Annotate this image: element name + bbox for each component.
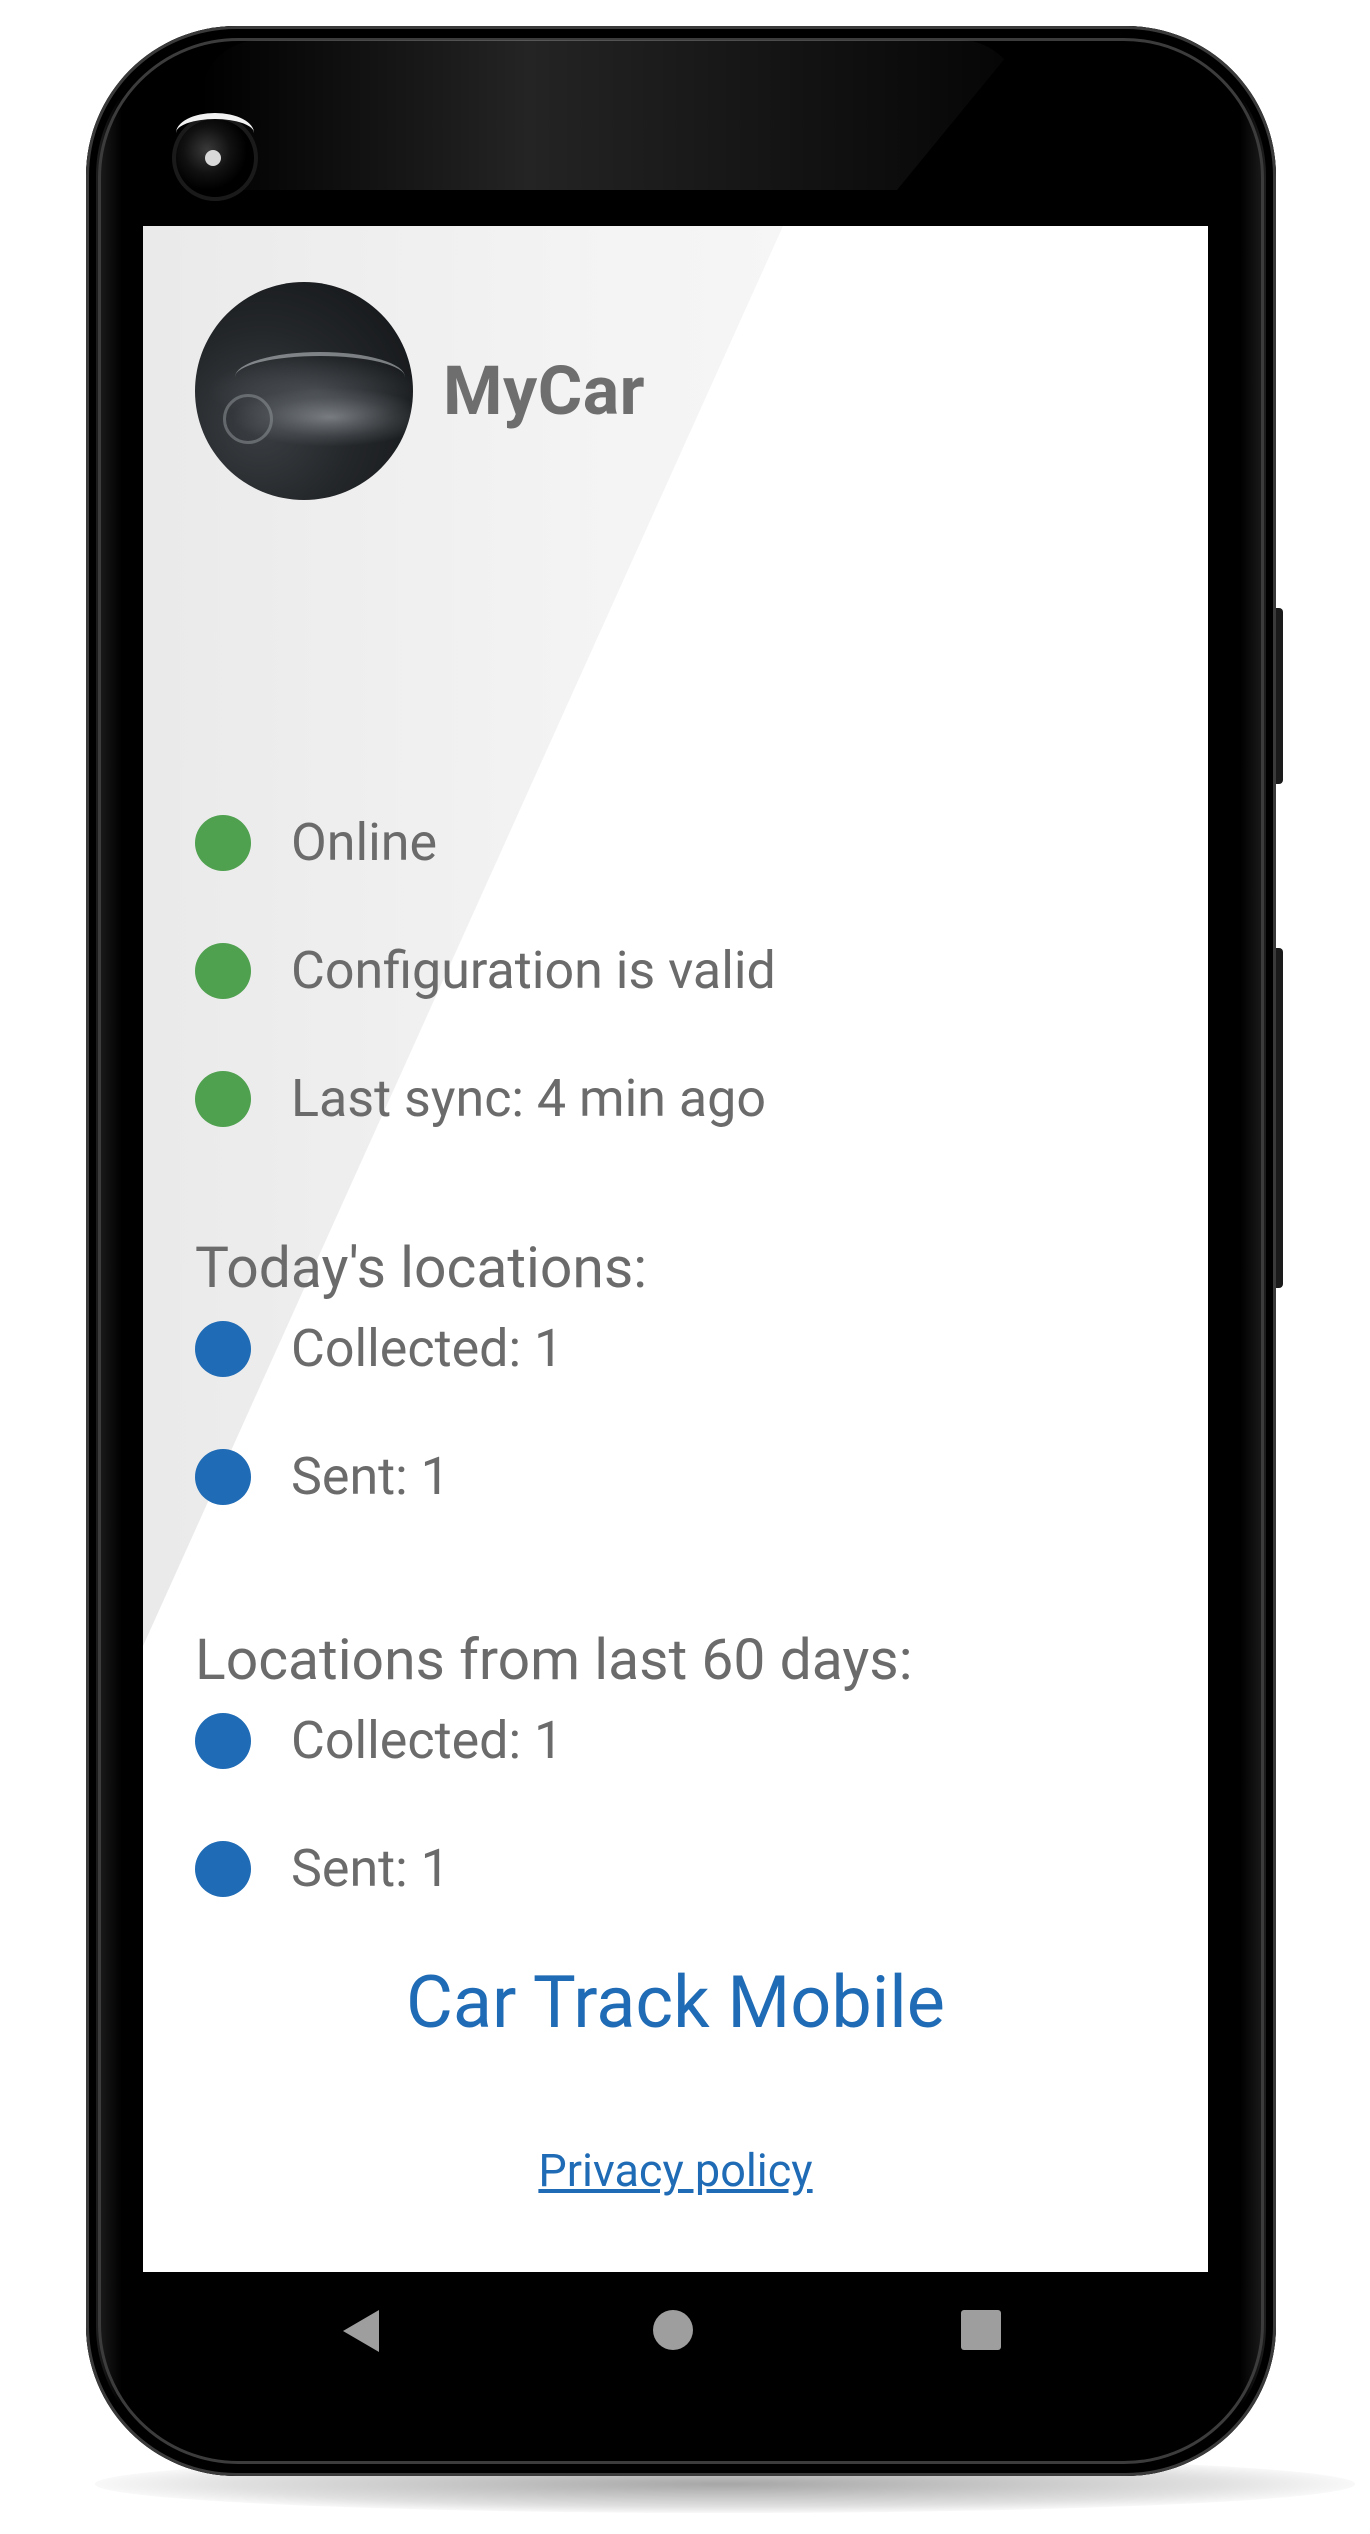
- today-sent-label: Sent: 1: [291, 1446, 450, 1507]
- car-header: MyCar: [195, 282, 645, 500]
- status-online-label: Online: [291, 812, 438, 873]
- app-screen: MyCar Online Configuration is valid Last…: [143, 226, 1208, 2272]
- status-sync-row: Last sync: 4 min ago: [195, 1068, 766, 1129]
- config-status-dot: [195, 942, 251, 999]
- today-collected-label: Collected: 1: [291, 1318, 564, 1379]
- today-sent-dot: [195, 1448, 251, 1505]
- privacy-policy-link[interactable]: Privacy policy: [538, 2144, 812, 2197]
- last60-locations-title: Locations from last 60 days:: [195, 1626, 913, 1693]
- last60-collected-label: Collected: 1: [291, 1710, 564, 1771]
- app-title: Car Track Mobile: [406, 1960, 945, 2045]
- last60-collected-dot: [195, 1712, 251, 1769]
- online-status-dot: [195, 814, 251, 871]
- today-locations-title: Today's locations:: [195, 1234, 648, 1301]
- car-avatar: [195, 282, 413, 500]
- car-name: MyCar: [443, 351, 646, 431]
- today-collected-row: Collected: 1: [195, 1318, 563, 1379]
- bezel-reflection: [200, 40, 1020, 190]
- last60-sent-label: Sent: 1: [291, 1838, 450, 1899]
- today-collected-dot: [195, 1320, 251, 1377]
- privacy-policy-container: Privacy policy: [143, 2144, 1208, 2197]
- system-nav-bar: [143, 2272, 1208, 2406]
- last60-sent-dot: [195, 1840, 251, 1897]
- sync-status-dot: [195, 1070, 251, 1127]
- last60-sent-row: Sent: 1: [195, 1838, 450, 1899]
- camera-highlight: [176, 113, 254, 153]
- today-sent-row: Sent: 1: [195, 1446, 450, 1507]
- home-icon[interactable]: [653, 2310, 693, 2350]
- status-sync-label: Last sync: 4 min ago: [291, 1068, 767, 1129]
- stage: MyCar Online Configuration is valid Last…: [0, 0, 1370, 2534]
- last60-collected-row: Collected: 1: [195, 1710, 563, 1771]
- camera-lens: [205, 150, 221, 166]
- back-icon[interactable]: [343, 2310, 379, 2352]
- status-config-row: Configuration is valid: [195, 940, 776, 1001]
- recents-icon[interactable]: [961, 2310, 1001, 2350]
- status-config-label: Configuration is valid: [291, 940, 776, 1001]
- status-online-row: Online: [195, 812, 437, 873]
